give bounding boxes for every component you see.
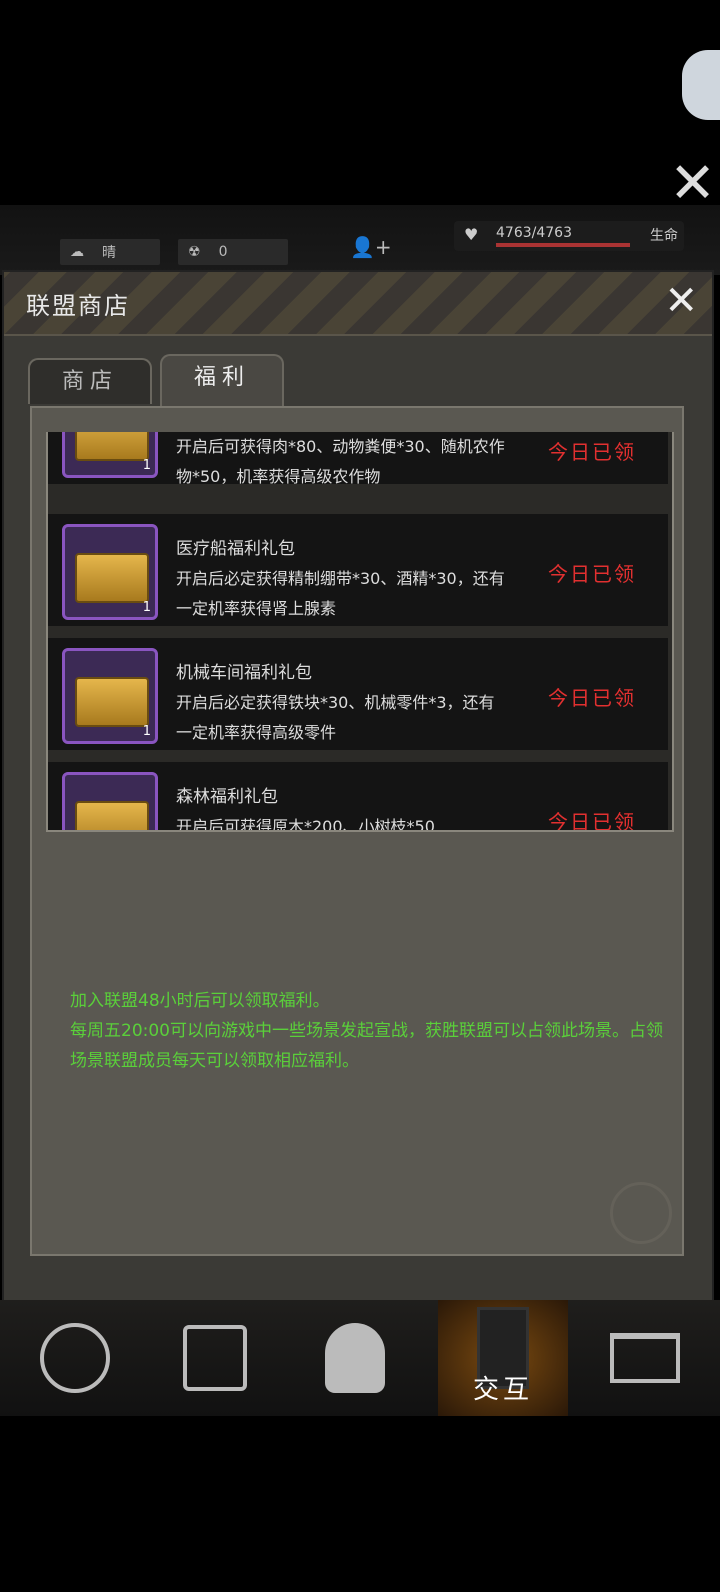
cart-shape xyxy=(610,1333,680,1383)
status-badge: 今日已领 xyxy=(548,562,636,586)
item-desc: 开启后可获得肉*80、动物粪便*30、随机农作物*50，机率获得高级农作物 xyxy=(176,437,505,486)
item-desc: 开启后可获得原木*200、小树枝*50 xyxy=(176,817,435,832)
list-item: 1 机械车间福利礼包 开启后必定获得铁块*30、机械零件*3，还有一定机率获得高… xyxy=(48,638,668,758)
cloud-icon: ☁ xyxy=(70,244,84,260)
close-icon[interactable]: ✕ xyxy=(664,278,698,324)
info-line-1: 加入联盟48小时后可以领取福利。 xyxy=(70,991,330,1011)
info-line-2: 每周五20:00可以向游戏中一些场景发起宣战，获胜联盟可以占领此场景。占领场景联… xyxy=(70,1021,663,1071)
status-badge: 今日已领 xyxy=(548,686,636,710)
chest-graphic xyxy=(75,677,149,727)
radiation-icon: ☢ xyxy=(188,244,201,260)
close-icon[interactable]: ✕ xyxy=(669,156,716,212)
welfare-panel: 1 开启后可获得肉*80、动物粪便*30、随机农作物*50，机率获得高级农作物 … xyxy=(30,406,684,1256)
item-title: 机械车间福利礼包 xyxy=(176,663,312,683)
chest-icon[interactable]: 1 xyxy=(62,432,158,478)
world-icon[interactable] xyxy=(10,1300,140,1416)
interact-icon[interactable]: 交互 xyxy=(438,1300,568,1416)
list-item: 1 开启后可获得肉*80、动物粪便*30、随机农作物*50，机率获得高级农作物 … xyxy=(48,432,668,492)
chest-icon[interactable]: 1 xyxy=(62,772,158,830)
item-count: 1 xyxy=(142,600,151,615)
status-badge: 今日已领 xyxy=(548,440,636,464)
welfare-info: 加入联盟48小时后可以领取福利。 每周五20:00可以向游戏中一些场景发起宣战，… xyxy=(70,986,670,1076)
chest-icon[interactable]: 1 xyxy=(62,648,158,744)
item-desc: 开启后必定获得铁块*30、机械零件*3，还有一定机率获得高级零件 xyxy=(176,693,495,742)
item-desc: 开启后必定获得精制绷带*30、酒精*30，还有一定机率获得肾上腺素 xyxy=(176,569,505,618)
globe-shape xyxy=(40,1323,110,1393)
weather-chip: ☁ 晴 xyxy=(60,239,160,265)
item-title: 医疗船福利礼包 xyxy=(176,539,295,559)
chest-graphic xyxy=(75,801,149,830)
list-item: 1 森林福利礼包 开启后可获得原木*200、小树枝*50 今日已领 xyxy=(48,762,668,832)
head-shape xyxy=(325,1323,385,1393)
tab-welfare[interactable]: 福利 xyxy=(160,354,284,406)
nav-interact-label: 交互 xyxy=(472,1375,533,1405)
list-item: 1 医疗船福利礼包 开启后必定获得精制绷带*30、酒精*30，还有一定机率获得肾… xyxy=(48,514,668,634)
welfare-list[interactable]: 1 开启后可获得肉*80、动物粪便*30、随机农作物*50，机率获得高级农作物 … xyxy=(46,432,674,832)
backpack-icon[interactable] xyxy=(150,1300,280,1416)
weather-text: 晴 xyxy=(102,245,116,261)
radiation-watermark-icon xyxy=(610,1182,672,1244)
alliance-shop-dialog: 联盟商店 ✕ 商店 福利 1 开启后可获得肉*80、动物粪便*30、随机农作物*… xyxy=(2,270,714,1318)
skills-icon[interactable] xyxy=(290,1300,420,1416)
status-badge: 今日已领 xyxy=(548,810,636,832)
radiation-chip: ☢ 0 xyxy=(178,239,288,265)
item-name: 机械车间福利礼包 xyxy=(176,658,312,683)
radiation-value: 0 xyxy=(218,244,228,260)
hp-label: 生命 xyxy=(650,228,678,244)
heart-icon: ♥ xyxy=(464,225,479,244)
dialog-title: 联盟商店 xyxy=(26,292,130,320)
item-title: 森林福利礼包 xyxy=(176,787,278,807)
item-count: 1 xyxy=(142,724,151,739)
bottom-nav: 交互 xyxy=(0,1300,720,1416)
chest-graphic xyxy=(75,553,149,603)
chest-icon[interactable]: 1 xyxy=(62,524,158,620)
settings-button[interactable] xyxy=(682,50,720,120)
title-bar: 联盟商店 ✕ xyxy=(4,272,712,336)
hp-bar: ♥ 4763/4763 生命 xyxy=(454,221,684,251)
chest-graphic xyxy=(75,432,149,461)
add-member-icon[interactable]: 👤+ xyxy=(350,235,392,259)
item-count: 1 xyxy=(142,458,151,473)
bag-shape xyxy=(183,1325,247,1391)
hp-value: 4763/4763 xyxy=(496,225,572,241)
item-name: 医疗船福利礼包 xyxy=(176,534,295,559)
game-hud: ☁ 晴 ☢ 0 👤+ ♥ 4763/4763 生命 xyxy=(0,205,720,275)
item-name: 森林福利礼包 xyxy=(176,782,278,807)
hp-fill xyxy=(496,243,630,247)
tab-shop[interactable]: 商店 xyxy=(28,358,152,404)
cart-icon[interactable] xyxy=(580,1300,710,1416)
